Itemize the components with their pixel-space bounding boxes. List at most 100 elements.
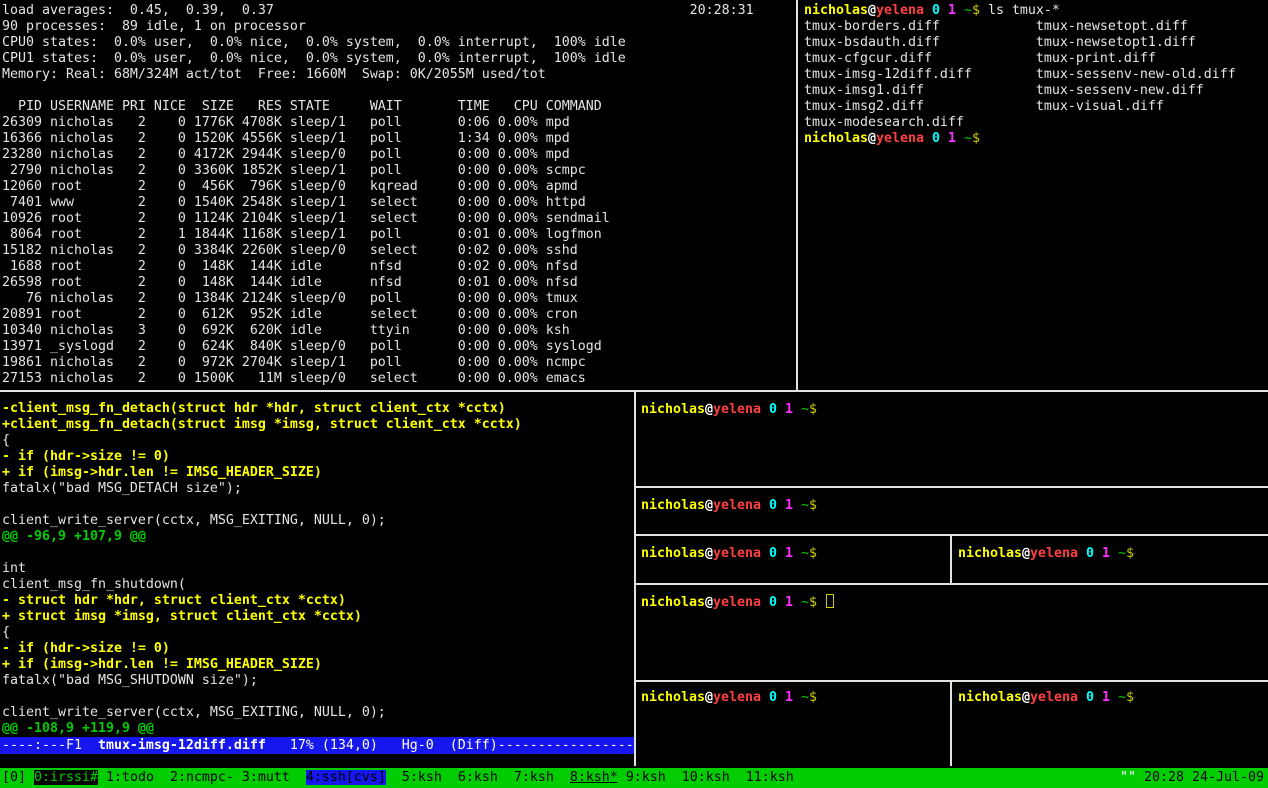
diff-line-hunk: @@ -108,9 +119,9 @@ [2, 721, 522, 737]
prompt-tilde: ~ [1118, 546, 1126, 561]
status-window-0-irssi-[interactable]: 0:irssi# [34, 770, 98, 785]
modeline-filename: tmux-imsg-12diff.diff [98, 738, 266, 753]
pane-emacs-diff[interactable]: -client_msg_fn_detach(struct hdr *hdr, s… [0, 392, 634, 766]
pane-border-h4 [636, 680, 1268, 682]
prompt-host: yelena [1030, 546, 1078, 561]
prompt-user: nicholas [641, 690, 705, 705]
shell-prompt: nicholas@yelena 0 1 ~$ [641, 498, 825, 514]
prompt-pane-index: 1 [1102, 690, 1110, 705]
status-window-10-ksh[interactable]: 10:ksh [682, 770, 730, 785]
pane-border-vertical-bottom [634, 392, 636, 766]
diff-line-added: + struct imsg *imsg, struct client_ctx *… [2, 609, 522, 625]
shell-prompt-active: nicholas@yelena 0 1 ~$ [641, 594, 834, 611]
prompt-at: @ [705, 595, 713, 610]
prompt-host: yelena [1030, 690, 1078, 705]
status-window-3-mutt[interactable]: 3:mutt [242, 770, 290, 785]
prompt-pane-index: 1 [785, 546, 793, 561]
modeline-prefix: ----:---F1 [2, 738, 98, 753]
prompt-tilde: ~ [801, 546, 809, 561]
prompt-window-index: 0 [769, 402, 777, 417]
pane-title-quotes: "" [1120, 770, 1136, 785]
status-window-9-ksh[interactable]: 9:ksh [626, 770, 666, 785]
prompt-tilde: ~ [801, 690, 809, 705]
diff-line-context [2, 545, 522, 561]
status-right: "" 20:28 24-Jul-09 [1120, 768, 1264, 788]
prompt-dollar: $ [809, 402, 817, 417]
prompt-host: yelena [713, 546, 761, 561]
prompt-window-index: 0 [769, 595, 777, 610]
prompt-user: nicholas [641, 546, 705, 561]
prompt-user: nicholas [958, 690, 1022, 705]
prompt-dollar: $ [1126, 690, 1134, 705]
command-text: ls tmux-* [988, 3, 1060, 18]
session-name: [0] [2, 770, 26, 785]
status-window-1-todo[interactable]: 1:todo [106, 770, 154, 785]
pane-border-h2 [636, 534, 1268, 536]
prompt-dollar: $ [809, 690, 817, 705]
status-window-7-ksh[interactable]: 7:ksh [514, 770, 554, 785]
status-date: 24-Jul-09 [1192, 770, 1264, 785]
prompt-window-index: 0 [769, 690, 777, 705]
prompt-at: @ [868, 3, 876, 18]
diff-line-context: client_write_server(cctx, MSG_EXITING, N… [2, 705, 522, 721]
status-bar: [0] 0:irssi# 1:todo 2:ncmpc- 3:mutt 4:ss… [0, 768, 1268, 788]
prompt-at: @ [705, 546, 713, 561]
modeline-status: 17% (134,0) Hg-0 (Diff)----------------- [266, 738, 634, 753]
prompt-user: nicholas [641, 402, 705, 417]
prompt-user: nicholas [958, 546, 1022, 561]
status-window-11-ksh[interactable]: 11:ksh [746, 770, 794, 785]
prompt-window-index: 0 [1086, 690, 1094, 705]
status-window-4-ssh-cvs-[interactable]: 4:ssh[cvs] [306, 770, 386, 785]
prompt-host: yelena [713, 402, 761, 417]
prompt-tilde: ~ [801, 595, 809, 610]
diff-line-context: fatalx("bad MSG_SHUTDOWN size"); [2, 673, 522, 689]
shell-prompt: nicholas@yelena 0 1 ~$ [958, 546, 1142, 562]
diff-line-context [2, 689, 522, 705]
pane-border-vertical-top [796, 0, 798, 392]
status-window-8-ksh-[interactable]: 8:ksh* [570, 770, 618, 785]
prompt-dollar: $ [972, 131, 980, 146]
ls-file-listing: tmux-borders.diff tmux-newsetopt.diff tm… [804, 19, 1236, 131]
terminal-cursor [826, 594, 834, 608]
prompt-dollar: $ [972, 3, 980, 18]
shell-prompt: nicholas@yelena 0 1 ~$ [804, 131, 1236, 147]
prompt-window-index: 0 [1086, 546, 1094, 561]
diff-line-context: client_msg_fn_shutdown( [2, 577, 522, 593]
shell-command-line: nicholas@yelena 0 1 ~$ ls tmux-* [804, 3, 1236, 19]
prompt-tilde: ~ [964, 3, 972, 18]
shell-prompt: nicholas@yelena 0 1 ~$ [958, 690, 1142, 706]
shell-prompt: nicholas@yelena 0 1 ~$ [641, 402, 825, 418]
prompt-at: @ [1022, 690, 1030, 705]
prompt-pane-index: 1 [785, 690, 793, 705]
tmux-screen: load averages: 0.45, 0.39, 0.37 20:28:31… [0, 0, 1268, 788]
status-window-6-ksh[interactable]: 6:ksh [458, 770, 498, 785]
status-window-2-ncmpc-[interactable]: 2:ncmpc- [170, 770, 234, 785]
diff-line-context: { [2, 625, 522, 641]
diff-line-removed: - if (hdr->size != 0) [2, 449, 522, 465]
prompt-host: yelena [876, 3, 924, 18]
pane-ls-terminal[interactable]: nicholas@yelena 0 1 ~$ ls tmux-* tmux-bo… [798, 0, 1268, 390]
prompt-pane-index: 1 [948, 131, 956, 146]
prompt-pane-index: 1 [785, 498, 793, 513]
prompt-user: nicholas [804, 3, 868, 18]
prompt-tilde: ~ [1118, 690, 1126, 705]
diff-line-context: int [2, 561, 522, 577]
diff-line-removed: - if (hdr->size != 0) [2, 641, 522, 657]
status-window-5-ksh[interactable]: 5:ksh [402, 770, 442, 785]
prompt-host: yelena [713, 595, 761, 610]
status-time: 20:28 [1144, 770, 1184, 785]
pane-border-h1 [636, 486, 1268, 488]
window-list: 0:irssi# 1:todo 2:ncmpc- 3:mutt 4:ssh[cv… [34, 770, 810, 785]
prompt-pane-index: 1 [785, 595, 793, 610]
top-output: load averages: 0.45, 0.39, 0.37 20:28:31… [2, 3, 754, 387]
prompt-dollar: $ [809, 498, 817, 513]
prompt-user: nicholas [804, 131, 868, 146]
diff-line-context [2, 497, 522, 513]
pane-top-system-monitor[interactable]: load averages: 0.45, 0.39, 0.37 20:28:31… [0, 0, 796, 390]
prompt-host: yelena [713, 690, 761, 705]
diff-line-hunk: @@ -96,9 +107,9 @@ [2, 529, 522, 545]
prompt-tilde: ~ [964, 131, 972, 146]
diff-line-context: { [2, 433, 522, 449]
diff-line-removed: -client_msg_fn_detach(struct hdr *hdr, s… [2, 401, 522, 417]
prompt-dollar: $ [809, 546, 817, 561]
